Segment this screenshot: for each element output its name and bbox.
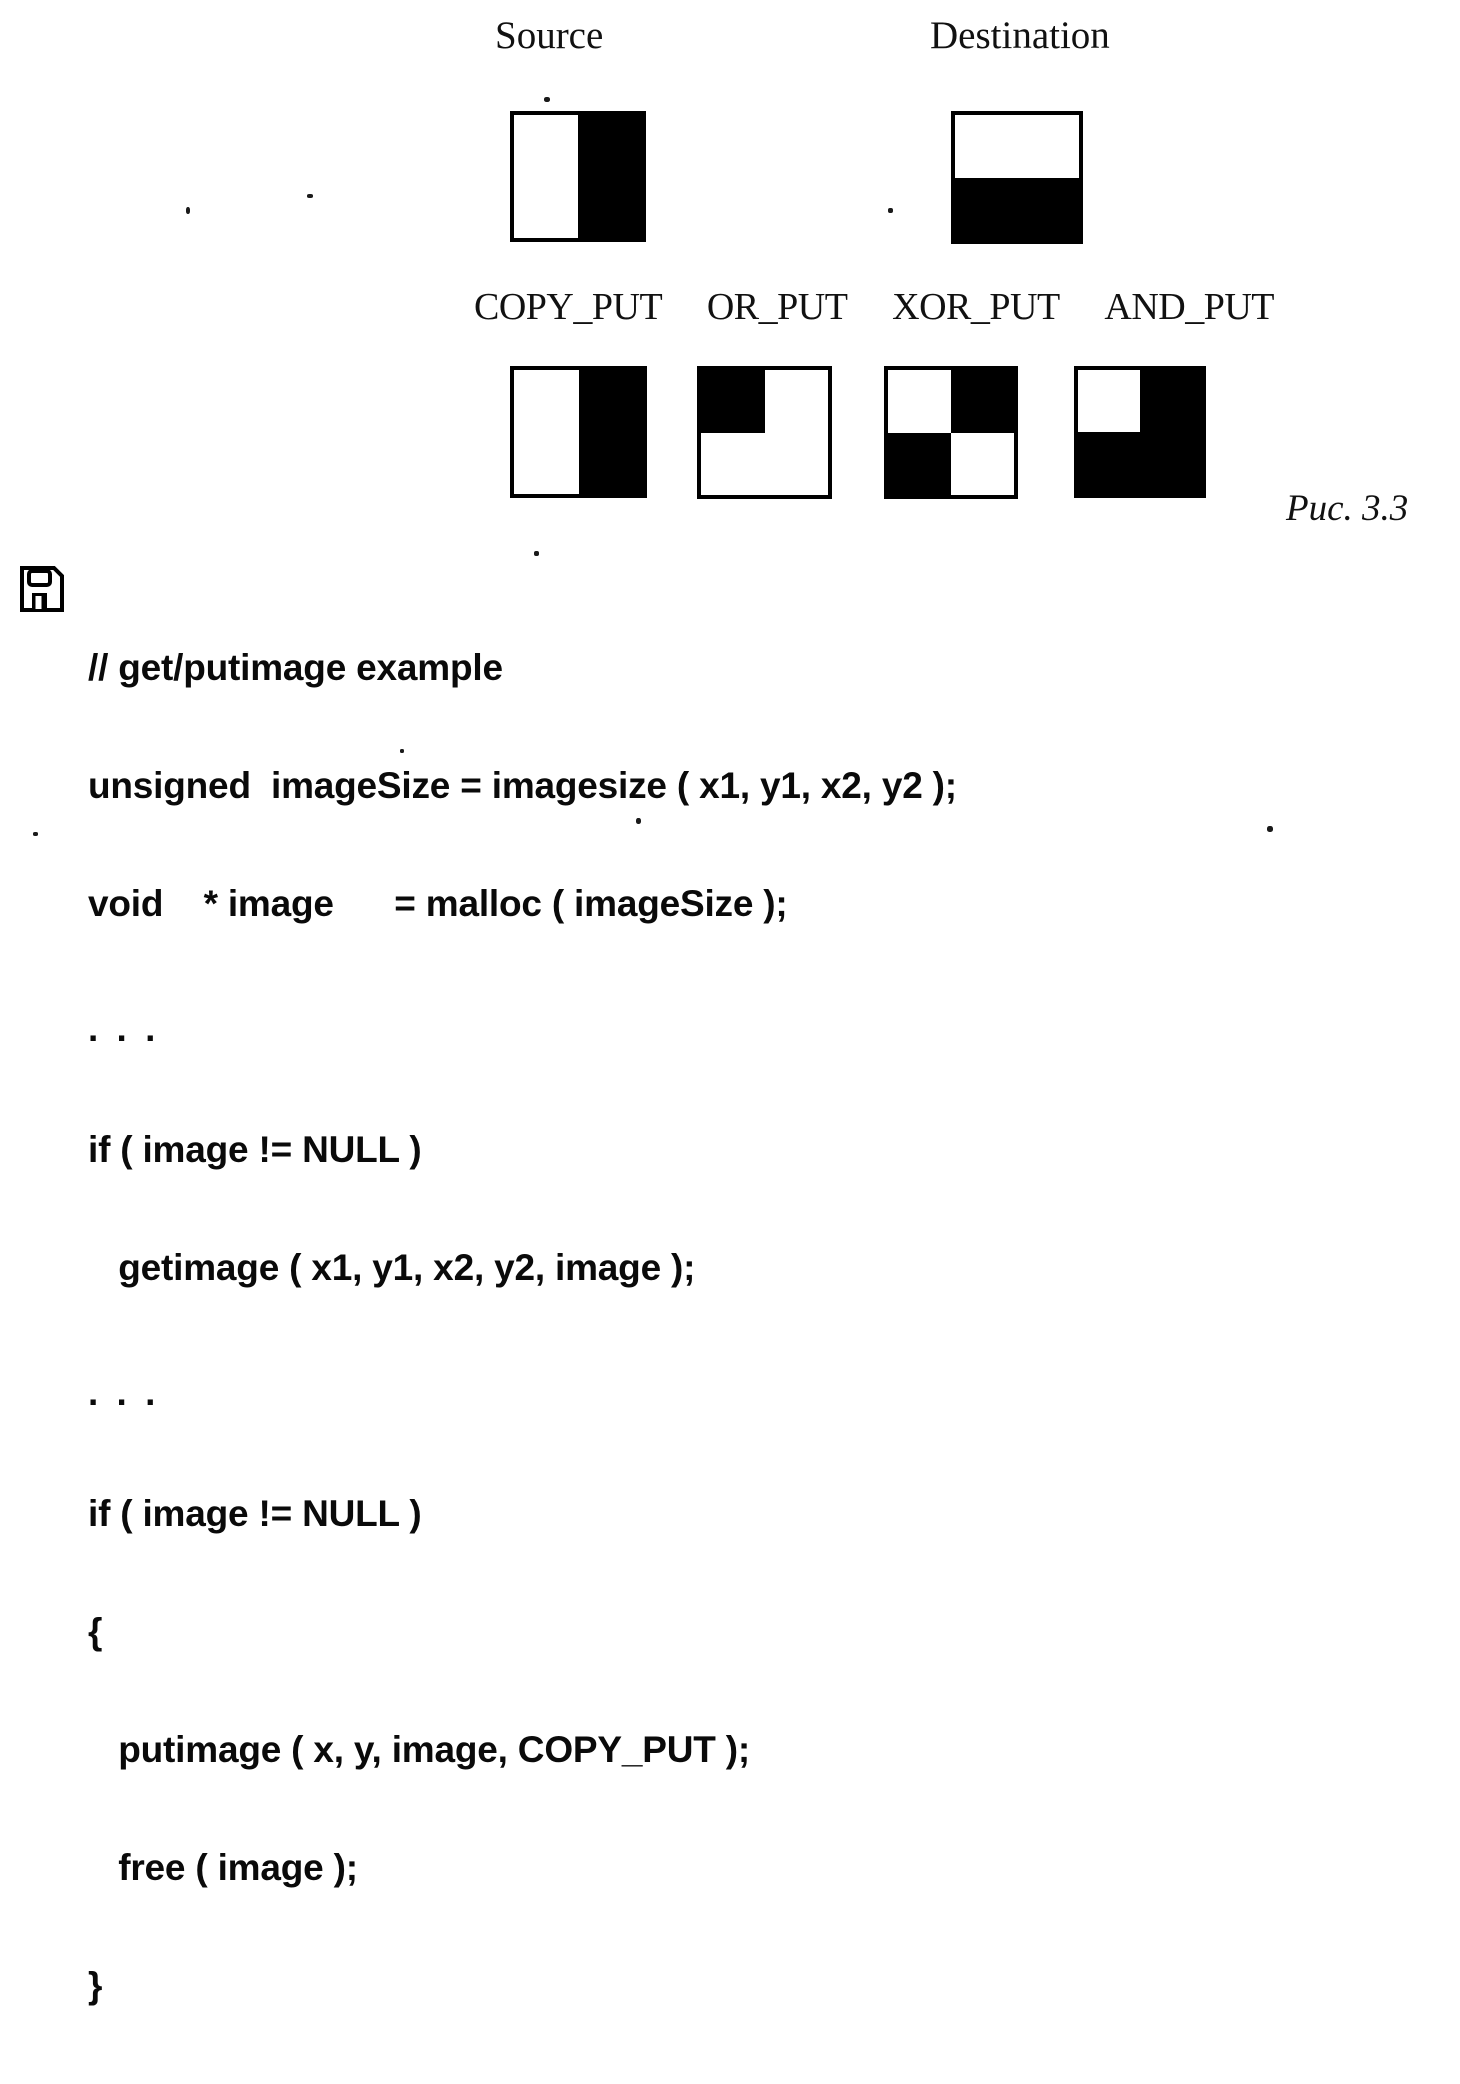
scan-speck bbox=[400, 749, 404, 753]
or-put-quadrant-top-left bbox=[701, 370, 765, 433]
xor-put-quadrant-top-left bbox=[888, 370, 951, 433]
code-line-getimage: getimage ( x1, y1, x2, y2, image ); bbox=[88, 1247, 696, 1288]
scan-speck bbox=[1267, 826, 1273, 832]
destination-bitmap bbox=[951, 111, 1083, 244]
result-bitmap-or-put bbox=[697, 366, 832, 499]
result-bitmap-and-put bbox=[1074, 366, 1206, 498]
floppy-disk-icon bbox=[20, 566, 64, 612]
code-line-close-brace: } bbox=[88, 1965, 103, 2006]
source-quadrant-bottom-left bbox=[514, 176, 578, 238]
code-line-open-brace: { bbox=[88, 1611, 103, 1652]
figure-caption: Рис. 3.3 bbox=[1286, 488, 1409, 529]
operation-label-row: COPY_PUT OR_PUT XOR_PUT AND_PUT bbox=[474, 288, 1274, 326]
destination-quadrant-bottom-right bbox=[1017, 177, 1079, 240]
destination-quadrant-bottom-left bbox=[955, 177, 1017, 240]
xor-put-quadrant-top-right bbox=[951, 370, 1014, 433]
code-listing: // get/putimage example unsigned imageSi… bbox=[88, 572, 1208, 2082]
scan-speck bbox=[307, 194, 313, 198]
source-bitmap bbox=[510, 111, 646, 242]
xor-put-quadrant-bottom-left bbox=[888, 432, 951, 495]
scan-speck bbox=[636, 818, 641, 824]
destination-heading: Destination bbox=[930, 14, 1110, 57]
scan-speck bbox=[888, 208, 893, 213]
code-line-malloc: void * image = malloc ( imageSize ); bbox=[88, 883, 788, 924]
document-page: Source Destination COPY_PUT OR_PUT XOR_P… bbox=[0, 0, 1460, 2006]
scan-speck bbox=[33, 832, 38, 836]
xor-put-quadrant-bottom-right bbox=[951, 432, 1014, 495]
and-put-quadrant-bottom-right bbox=[1140, 432, 1202, 494]
or-put-quadrant-bottom-left bbox=[701, 432, 765, 495]
scan-speck bbox=[544, 97, 550, 102]
source-heading: Source bbox=[495, 14, 604, 57]
code-line-if-null-1: if ( image != NULL ) bbox=[88, 1129, 422, 1170]
operation-label-and-put: AND_PUT bbox=[1104, 286, 1274, 328]
copy-put-quadrant-bottom-left bbox=[514, 432, 579, 494]
code-line-comment: // get/putimage example bbox=[88, 647, 503, 688]
source-quadrant-bottom-right bbox=[578, 176, 642, 238]
code-line-if-null-2: if ( image != NULL ) bbox=[88, 1493, 422, 1534]
and-put-quadrant-top-right bbox=[1140, 370, 1202, 432]
and-put-quadrant-top-left bbox=[1078, 370, 1140, 432]
code-line-ellipsis-1: . . . bbox=[88, 1008, 160, 1049]
scan-speck bbox=[534, 551, 539, 556]
copy-put-quadrant-top-left bbox=[514, 370, 579, 432]
and-put-quadrant-bottom-left bbox=[1078, 432, 1140, 494]
or-put-quadrant-bottom-right bbox=[764, 432, 828, 495]
operation-label-or-put: OR_PUT bbox=[706, 286, 848, 328]
or-put-quadrant-top-right bbox=[764, 370, 828, 433]
destination-quadrant-top-right bbox=[1017, 115, 1079, 178]
code-line-free: free ( image ); bbox=[88, 1847, 358, 1888]
copy-put-quadrant-top-right bbox=[578, 370, 643, 432]
copy-put-quadrant-bottom-right bbox=[578, 432, 643, 494]
destination-quadrant-top-left bbox=[955, 115, 1017, 178]
scan-speck bbox=[186, 207, 190, 214]
code-line-putimage: putimage ( x, y, image, COPY_PUT ); bbox=[88, 1729, 750, 1770]
operation-label-xor-put: XOR_PUT bbox=[892, 286, 1060, 328]
code-line-ellipsis-2: . . . bbox=[88, 1372, 160, 1413]
source-quadrant-top-left bbox=[514, 115, 578, 177]
result-bitmap-xor-put bbox=[884, 366, 1018, 499]
code-line-imagesize: unsigned imageSize = imagesize ( x1, y1,… bbox=[88, 765, 957, 806]
source-quadrant-top-right bbox=[578, 115, 642, 177]
operation-label-copy-put: COPY_PUT bbox=[474, 286, 663, 328]
result-bitmap-copy-put bbox=[510, 366, 647, 498]
